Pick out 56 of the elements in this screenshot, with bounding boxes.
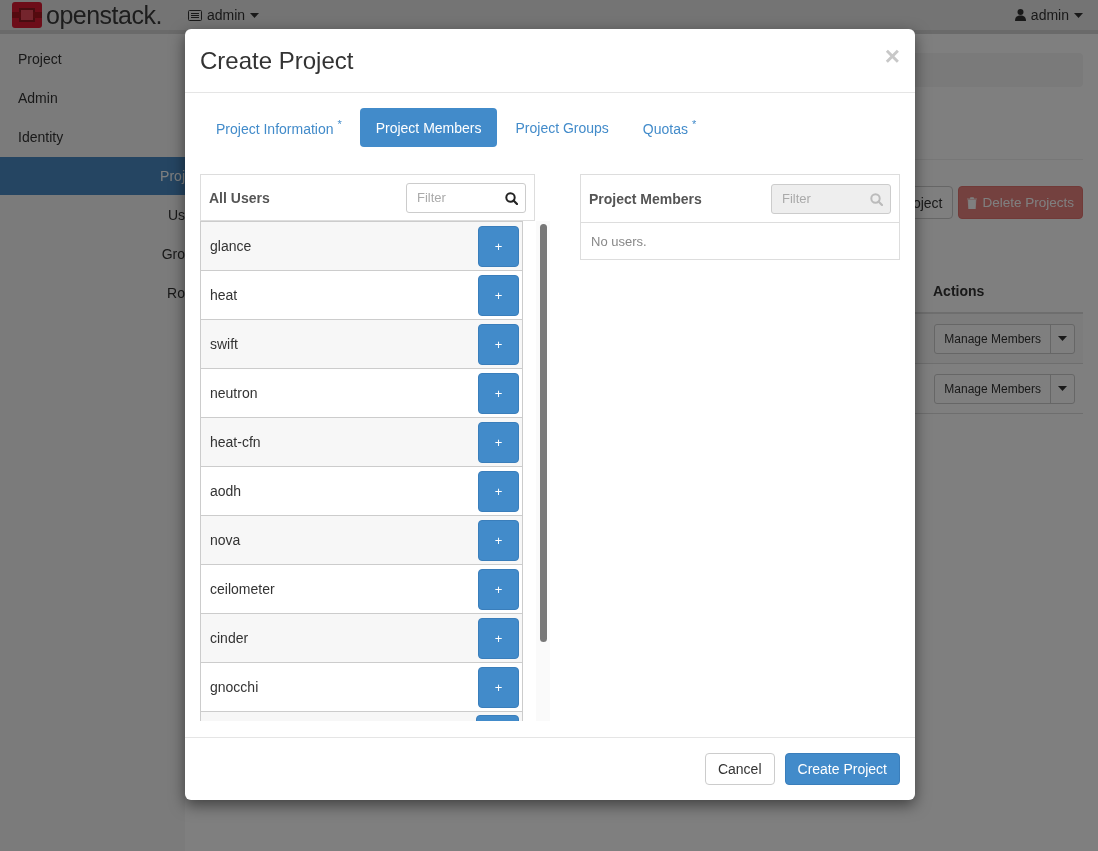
user-name: ceilometer (210, 581, 275, 597)
create-project-button[interactable]: Create Project (784, 753, 900, 785)
user-name: heat-cfn (210, 434, 261, 450)
column-header: Actions (933, 283, 986, 299)
sidebar-item[interactable]: Identity (0, 117, 185, 156)
user-name: nova (210, 532, 241, 548)
user-menu[interactable]: admin (1014, 7, 1083, 23)
panel-title: Project Members (589, 190, 702, 207)
add-button[interactable]: + (478, 617, 519, 659)
sidebar-item[interactable]: Project (0, 39, 185, 78)
manage-members-button[interactable]: Manage Members (934, 373, 1075, 404)
cancel-button[interactable]: Cancel (704, 753, 775, 785)
caret-icon (1074, 12, 1083, 18)
add-button[interactable]: + (478, 666, 519, 708)
project-menu[interactable]: admin (187, 7, 260, 23)
search-icon (870, 192, 883, 206)
user-name: glance (210, 238, 252, 254)
empty-message: No users. (580, 223, 900, 260)
sidebar-item[interactable]: Admin (0, 78, 185, 117)
add-button[interactable]: + (478, 225, 519, 267)
manage-members-button[interactable]: Manage Members (934, 323, 1075, 354)
user-name: aodh (210, 483, 242, 499)
sidebar-subitem[interactable]: Gro (0, 235, 185, 273)
user-name: neutron (210, 385, 258, 401)
sidebar-subitem[interactable]: Proj (0, 157, 185, 195)
logo-text: openstack. (46, 1, 162, 29)
add-button[interactable]: + (478, 568, 519, 610)
project-icon (187, 9, 202, 21)
scrollbar-thumb[interactable] (539, 224, 547, 642)
tab[interactable]: Project Information $^{*}$ (200, 108, 358, 147)
user-icon (1014, 9, 1026, 21)
caret-icon (250, 12, 260, 18)
sidebar-subitem[interactable]: Ro (0, 274, 185, 312)
user-name: swift (210, 336, 238, 352)
caret-icon (1058, 336, 1067, 341)
add-button[interactable]: + (478, 274, 519, 316)
tab[interactable]: Project Groups (499, 108, 625, 147)
caret-icon (1058, 386, 1067, 391)
panel-title: All Users (209, 189, 270, 206)
delete-button[interactable]: Delete Projects (958, 186, 1083, 219)
trash-icon (967, 196, 978, 209)
modal-title: Create Project (200, 46, 354, 75)
user-name: gnocchi (210, 679, 259, 695)
sidebar-subitem[interactable]: Us (0, 196, 185, 234)
search-icon (505, 191, 518, 205)
add-button[interactable]: + (478, 421, 519, 463)
add-button[interactable]: + (478, 372, 519, 414)
filter-field[interactable]: Filter (406, 182, 526, 213)
user-name: cinder (210, 630, 249, 646)
user-name: heat (210, 287, 238, 303)
tab[interactable]: Quotas $^{*}$ (626, 108, 713, 147)
tab[interactable]: Project Members (359, 108, 498, 147)
logo-icon (12, 2, 42, 28)
add-button[interactable]: + (478, 519, 519, 561)
add-button[interactable]: + (478, 470, 519, 512)
add-button[interactable]: + (478, 323, 519, 365)
